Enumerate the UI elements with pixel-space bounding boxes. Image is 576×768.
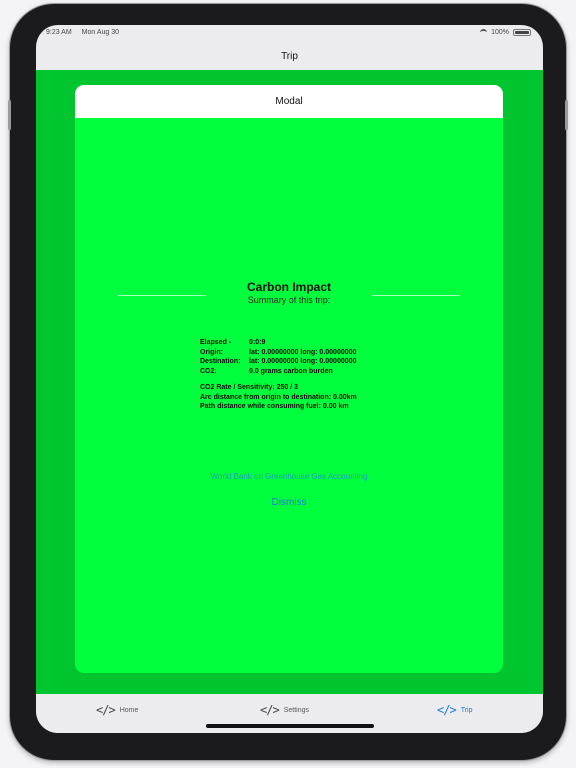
modal-header: Modal: [75, 85, 503, 118]
tab-label: Trip: [460, 706, 473, 714]
dismiss-button[interactable]: Dismiss: [75, 497, 503, 508]
tab-home[interactable]: </> Home: [96, 703, 138, 717]
arc-distance: Arc distance from origin to destination:…: [200, 393, 357, 401]
home-indicator: [206, 724, 374, 728]
nav-title: Trip: [281, 51, 298, 62]
detail-row: Destination: lat: 0.00000000 long: 0.0000…: [200, 357, 357, 367]
detail-value: lat: 0.00000000 long: 0.00000000: [249, 358, 357, 365]
code-icon: </>: [437, 703, 457, 717]
detail-value: lat: 0.00000000 long: 0.00000000: [249, 348, 357, 356]
detail-row: Elapsed - 0:0:9: [200, 338, 357, 348]
wifi-icon: [480, 29, 488, 36]
modal-sheet: Modal Carbon Impact Summary of this trip…: [75, 85, 503, 673]
tab-label: Home: [119, 706, 139, 714]
status-bar: 9:23 AM Mon Aug 30 100%: [36, 25, 543, 43]
detail-key: Origin:: [200, 348, 223, 356]
detail-row: Origin: lat: 0.00000000 long: 0.00000000: [200, 348, 357, 358]
trip-details: Elapsed - 0:0:9 Origin: lat: 0.00000000 lo…: [200, 338, 357, 412]
tab-trip[interactable]: </> Trip: [437, 703, 472, 717]
path-distance: Path distance while consuming fuel: 0.00…: [200, 403, 349, 410]
co2-rate: CO2 Rate / Sensitivity: 250 / 3: [200, 384, 299, 391]
power-button: [565, 100, 568, 130]
code-icon: </>: [260, 703, 280, 717]
screen: 9:23 AM Mon Aug 30 100% Trip Modal Carbo…: [36, 25, 543, 733]
detail-value: 0:0:9: [249, 339, 266, 346]
detail-key: Elapsed -: [200, 339, 232, 346]
world-bank-link[interactable]: World Bank on Greenhouse Gas Accounting: [75, 472, 503, 481]
detail-key: CO2:: [200, 367, 217, 375]
status-date: Mon Aug 30: [81, 29, 120, 36]
tab-label: Settings: [283, 706, 309, 714]
code-icon: </>: [96, 703, 116, 717]
volume-button: [8, 100, 11, 130]
battery-icon: [513, 29, 531, 36]
tab-settings[interactable]: </> Settings: [260, 703, 309, 717]
modal-subtitle: Summary of this trip:: [247, 295, 331, 305]
modal-title: Carbon Impact: [246, 280, 331, 294]
status-time: 9:23 AM: [46, 29, 72, 36]
detail-row: CO2: 0.0 grams carbon burden: [200, 367, 357, 377]
detail-key: Destination:: [200, 358, 241, 365]
detail-value: 0.0 grams carbon burden: [249, 367, 333, 375]
battery-percent: 100%: [491, 29, 509, 36]
